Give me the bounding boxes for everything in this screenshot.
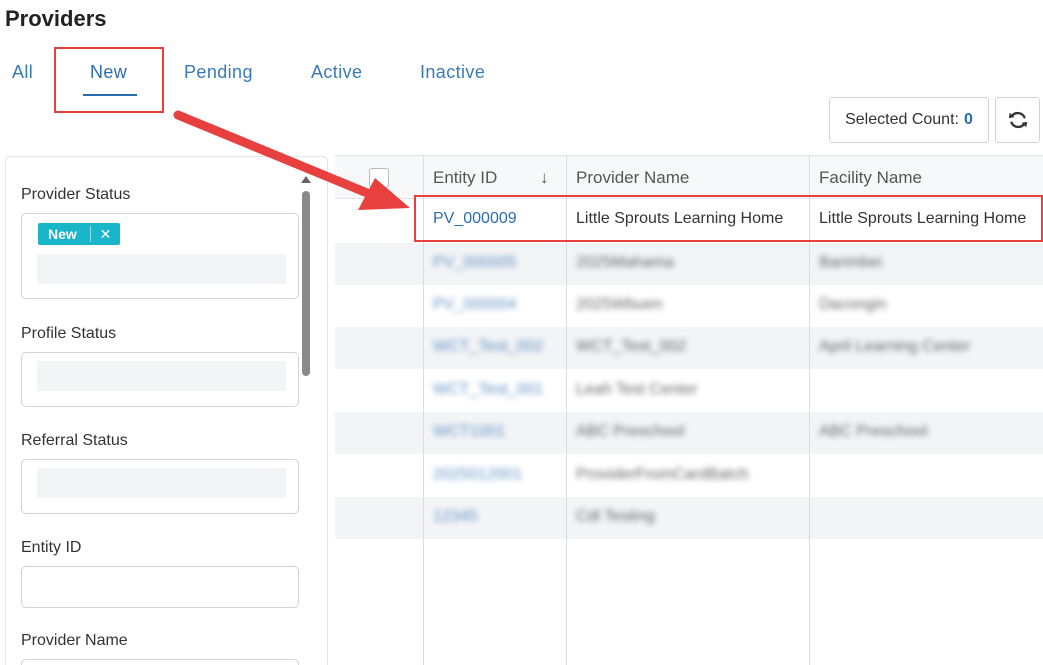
annotation-arrow: [173, 110, 410, 210]
